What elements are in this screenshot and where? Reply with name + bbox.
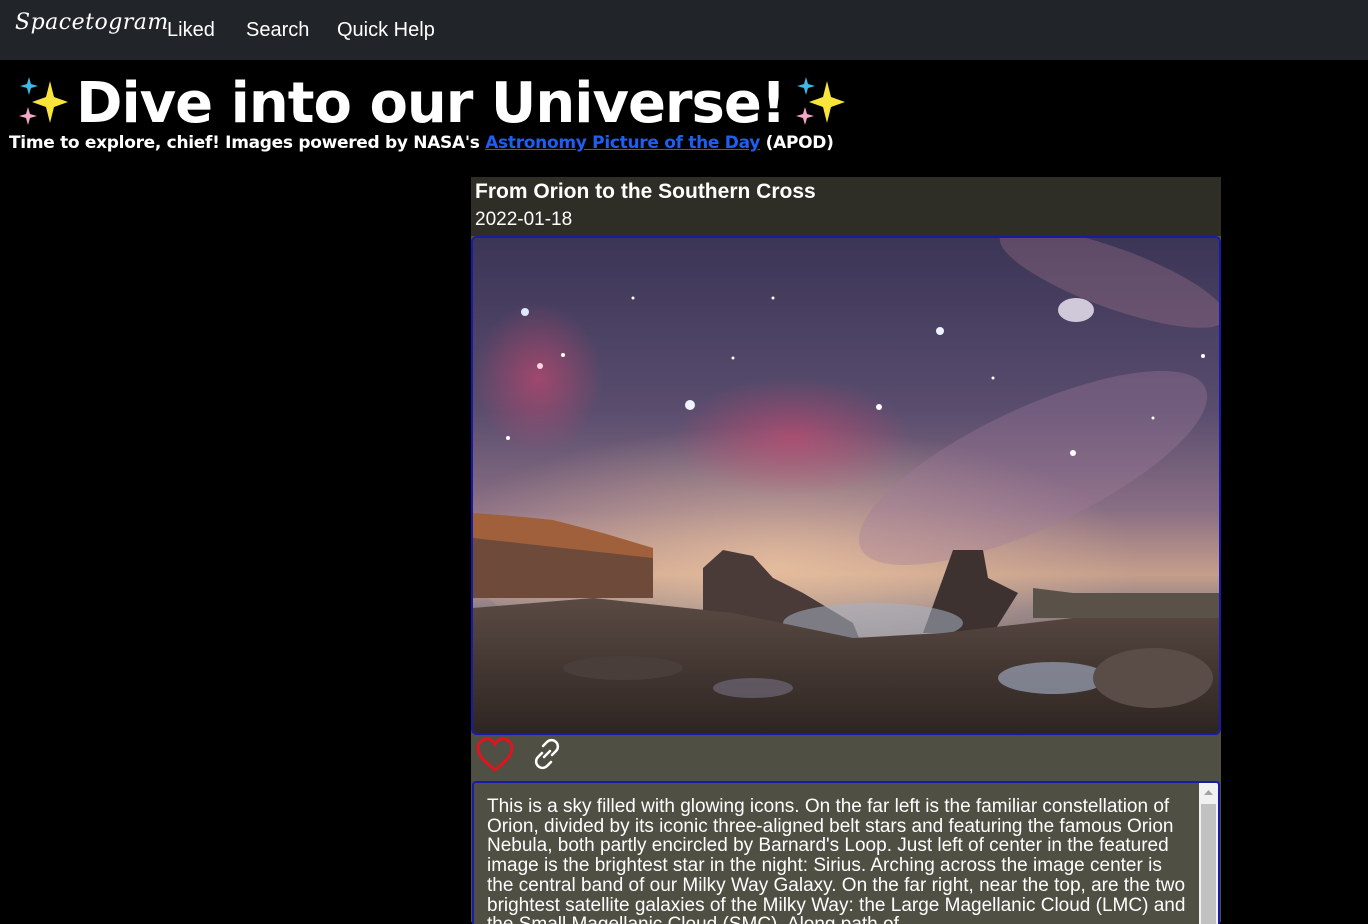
scroll-up-arrow-icon[interactable] [1199, 783, 1218, 802]
apod-image [471, 236, 1221, 735]
brand-logo[interactable]: Spacetogram [15, 10, 169, 35]
nav-link-liked[interactable]: Liked [167, 19, 215, 42]
post-title: From Orion to the Southern Cross [475, 180, 816, 203]
page-title: Dive into our Universe! [76, 70, 786, 136]
heart-icon[interactable] [475, 736, 515, 774]
sparkles-icon [796, 77, 846, 125]
post-date: 2022-01-18 [475, 209, 573, 230]
navbar: Spacetogram Liked Search Quick Help [0, 0, 1368, 60]
link-icon[interactable] [531, 738, 563, 770]
nav-link-quick-help[interactable]: Quick Help [337, 19, 435, 42]
description-scrollbar[interactable] [1199, 783, 1218, 924]
apod-link[interactable]: Astronomy Picture of the Day [485, 133, 760, 153]
sparkles-icon [19, 77, 68, 125]
scroll-thumb[interactable] [1201, 804, 1216, 924]
post-description: This is a sky filled with glowing icons.… [487, 796, 1186, 924]
nav-link-search[interactable]: Search [246, 19, 309, 42]
hero-heading: Dive into our Universe! [14, 66, 847, 140]
post-card: From Orion to the Southern Cross 2022-01… [471, 177, 1221, 924]
description-box[interactable]: This is a sky filled with glowing icons.… [472, 781, 1220, 924]
subtitle-suffix: (APOD) [760, 133, 834, 153]
card-header: From Orion to the Southern Cross 2022-01… [471, 177, 1221, 236]
page-subtitle: Time to explore, chief! Images powered b… [9, 133, 834, 153]
subtitle-prefix: Time to explore, chief! Images powered b… [9, 133, 486, 153]
